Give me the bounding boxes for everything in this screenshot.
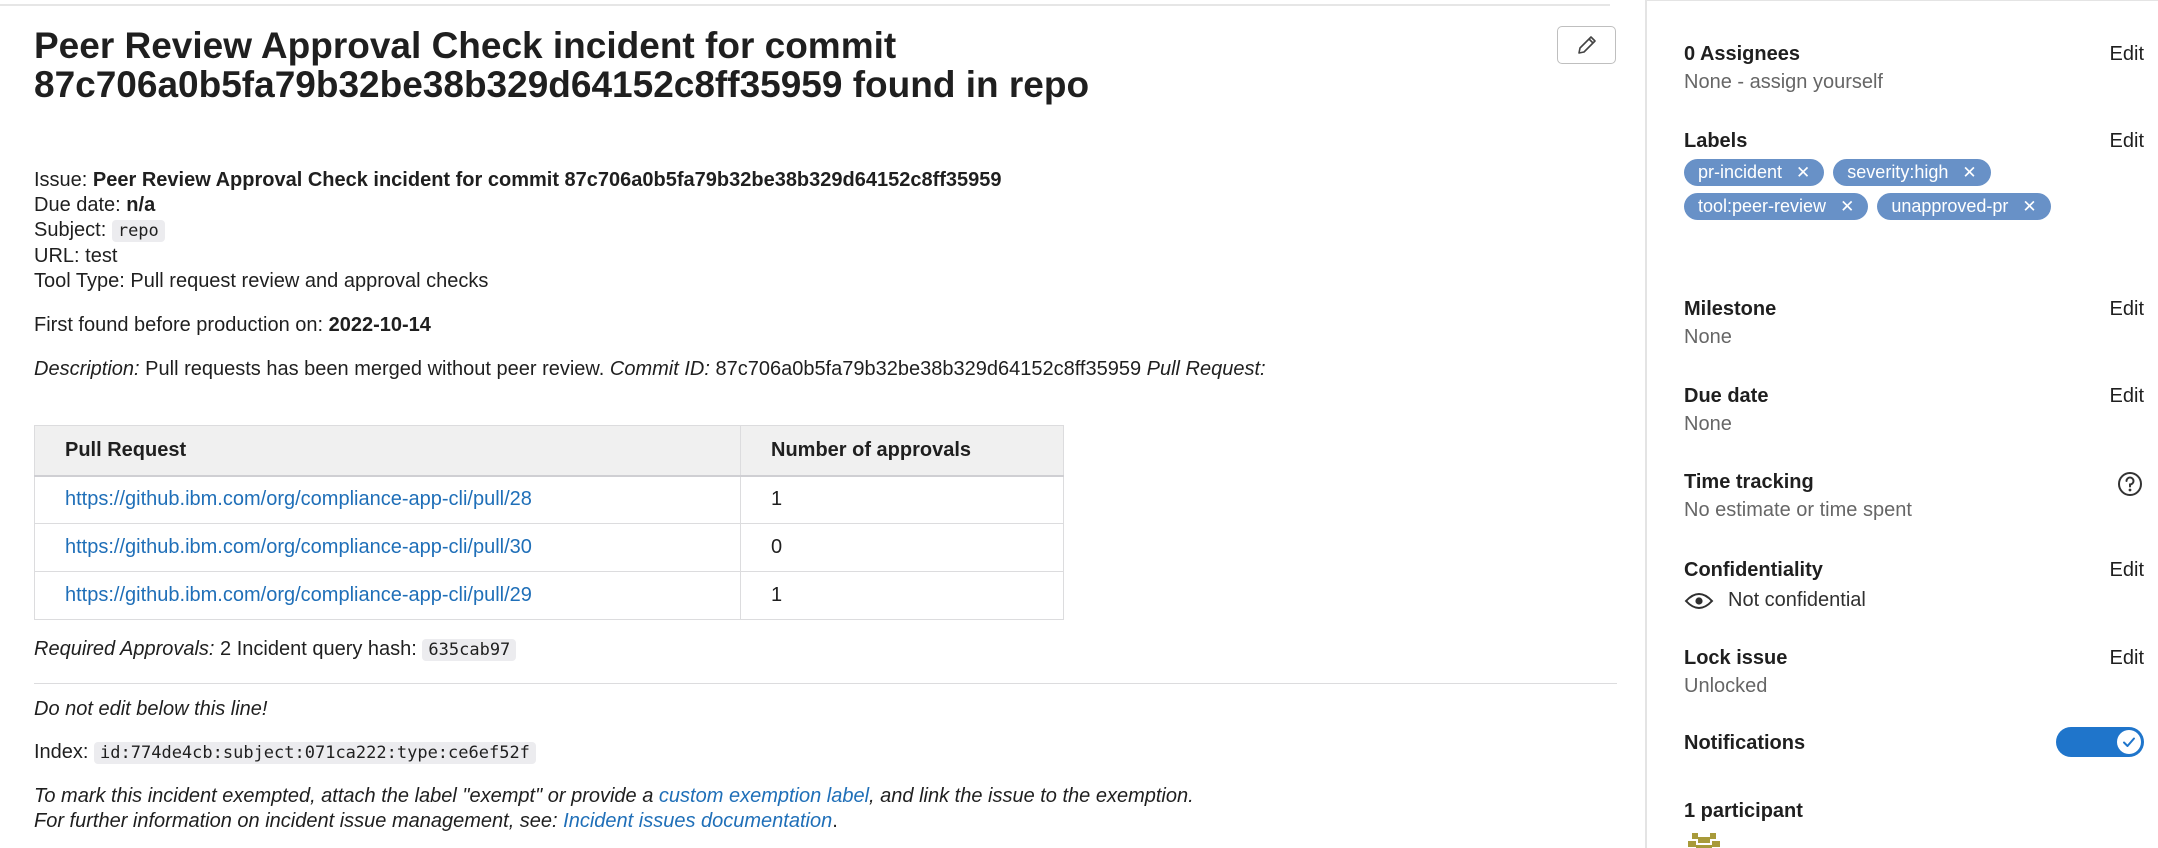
edit-description-button[interactable] (1557, 26, 1616, 64)
pull-request-table: Pull Request Number of approvals https:/… (34, 425, 1064, 620)
pencil-icon (1577, 36, 1596, 54)
remove-label-icon[interactable]: ✕ (2022, 197, 2036, 217)
section-divider (34, 683, 1617, 684)
column-header-approvals: Number of approvals (740, 425, 1064, 477)
milestone-section: Milestone Edit None (1684, 297, 2144, 349)
top-divider (0, 4, 1610, 6)
assignees-edit-button[interactable]: Edit (2110, 42, 2144, 66)
index-code: id:774de4cb:subject:071ca222:type:ce6ef5… (94, 742, 536, 764)
approvals-count: 1 (740, 475, 1064, 524)
due-date-section: Due date Edit None (1684, 384, 2144, 436)
hash-code: 635cab97 (422, 639, 517, 661)
incident-docs-link[interactable]: Incident issues documentation (563, 810, 832, 832)
milestone-title: Milestone (1684, 298, 1777, 320)
pull-request-link[interactable]: https://github.ibm.com/org/compliance-ap… (65, 536, 532, 558)
participants-title: 1 participant (1684, 800, 1803, 822)
labels-list: pr-incident ✕ severity:high ✕ tool:peer-re… (1684, 159, 2104, 227)
table-row: https://github.ibm.com/org/compliance-ap… (34, 475, 1064, 524)
assignees-title: 0 Assignees (1684, 43, 1800, 65)
table-row: https://github.ibm.com/org/compliance-ap… (34, 571, 1064, 620)
notifications-section: Notifications (1684, 727, 2144, 757)
issue-title: Peer Review Approval Check incident for … (34, 25, 1090, 105)
due-date-title: Due date (1684, 385, 1769, 407)
assignees-section: 0 Assignees Edit None - assign yourself (1684, 42, 2144, 94)
subject-line: Subject: repo (34, 218, 1624, 244)
custom-exemption-link[interactable]: custom exemption label (659, 785, 869, 807)
notifications-toggle[interactable] (2056, 727, 2144, 757)
first-found-line: First found before production on: 2022-1… (34, 314, 431, 336)
eye-icon (1684, 592, 1714, 609)
remove-label-icon[interactable]: ✕ (1840, 197, 1854, 217)
question-circle-icon[interactable] (2116, 470, 2144, 503)
labels-section: Labels Edit pr-incident ✕ severity:high ✕ … (1684, 129, 2144, 227)
approvals-count: 1 (740, 571, 1064, 620)
label-pill[interactable]: severity:high ✕ (1833, 159, 1991, 186)
due-date-line: Due date: n/a (34, 194, 156, 216)
lock-issue-value: Unlocked (1684, 675, 1768, 697)
tool-type-line: Tool Type: Pull request review and appro… (34, 270, 489, 292)
lock-issue-title: Lock issue (1684, 647, 1788, 669)
confidentiality-value: Not confidential (1684, 589, 2144, 612)
pull-request-link[interactable]: https://github.ibm.com/org/compliance-ap… (65, 488, 532, 510)
index-line: Index: id:774de4cb:subject:071ca222:type… (34, 740, 1634, 766)
assignees-value[interactable]: None - assign yourself (1684, 70, 2144, 94)
due-date-edit-button[interactable]: Edit (2110, 384, 2144, 408)
pull-request-link[interactable]: https://github.ibm.com/org/compliance-ap… (65, 584, 532, 606)
labels-title: Labels (1684, 130, 1748, 152)
no-edit-note: Do not edit below this line! (34, 698, 268, 720)
description-line: Description: Pull requests has been merg… (34, 358, 1266, 380)
time-tracking-title: Time tracking (1684, 471, 1814, 493)
time-tracking-value: No estimate or time spent (1684, 499, 1912, 521)
subject-code: repo (111, 220, 165, 242)
remove-label-icon[interactable]: ✕ (1796, 163, 1810, 183)
label-pill[interactable]: pr-incident ✕ (1684, 159, 1825, 186)
further-info: For further information on incident issu… (34, 810, 838, 832)
confidentiality-edit-button[interactable]: Edit (2110, 558, 2144, 582)
label-pill[interactable]: unapproved-pr ✕ (1877, 193, 2051, 220)
check-icon (2117, 730, 2141, 754)
issue-line: Issue: Peer Review Approval Check incide… (34, 169, 1002, 191)
table-row: https://github.ibm.com/org/compliance-ap… (34, 523, 1064, 572)
milestone-value: None (1684, 326, 1732, 348)
sidebar-divider (1645, 0, 1647, 848)
issue-main: Peer Review Approval Check incident for … (0, 0, 1645, 848)
issue-description: Issue: Peer Review Approval Check incide… (34, 168, 1624, 382)
url-line: URL: test (34, 245, 118, 267)
sidebar-top-rule (1647, 0, 2158, 1)
due-date-value: None (1684, 413, 1732, 435)
column-header-pull-request: Pull Request (34, 425, 741, 477)
lock-issue-edit-button[interactable]: Edit (2110, 646, 2144, 670)
remove-label-icon[interactable]: ✕ (1962, 163, 1976, 183)
lock-issue-section: Lock issue Edit Unlocked (1684, 646, 2144, 698)
issue-footer: Do not edit below this line! Index: id:7… (34, 697, 1634, 834)
approvals-count: 0 (740, 523, 1064, 572)
milestone-edit-button[interactable]: Edit (2110, 297, 2144, 321)
labels-edit-button[interactable]: Edit (2110, 129, 2144, 153)
required-approvals-line: Required Approvals: 2 Incident query has… (34, 637, 1634, 663)
confidentiality-title: Confidentiality (1684, 559, 1823, 581)
time-tracking-section: Time tracking No estimate or time spent (1684, 470, 2144, 522)
exempt-instructions: To mark this incident exempted, attach t… (34, 785, 1194, 807)
avatar[interactable] (1684, 829, 1724, 848)
confidentiality-section: Confidentiality Edit Not confidential (1684, 558, 2144, 612)
label-pill[interactable]: tool:peer-review ✕ (1684, 193, 1869, 220)
participants-section: 1 participant (1684, 799, 2144, 848)
